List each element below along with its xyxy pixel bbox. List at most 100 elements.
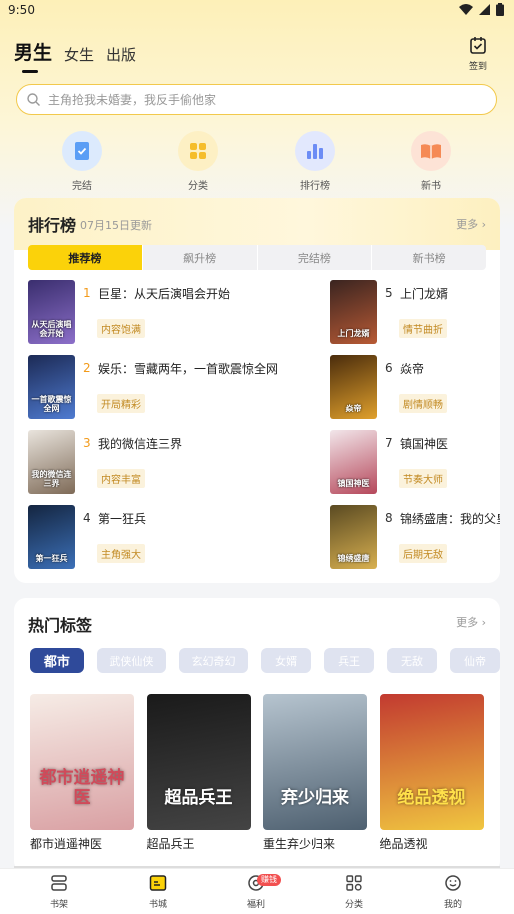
tag-book-item[interactable]: 都市逍遥神医 都市逍遥神医 [30, 694, 134, 852]
book-cover: 从天后演唱会开始 [28, 280, 75, 344]
nav-label: 书城 [148, 900, 167, 910]
book-cover: 弃少归来 [263, 694, 367, 830]
ranking-book-item[interactable]: 镇国神医 7 镇国神医 节奏大师 [330, 430, 490, 496]
nav-label: 书架 [49, 900, 68, 910]
earn-badge: 赚钱 [257, 874, 281, 886]
book-cover-text: 一首歌震惊全网 [31, 395, 72, 413]
tag-chip[interactable]: 武侠仙侠 [96, 648, 166, 673]
book-cover-text: 都市逍遥神医 [39, 768, 125, 808]
tag-chip[interactable]: 仙帝 [450, 648, 500, 673]
more-label: 更多 [456, 616, 479, 629]
ranking-book-item[interactable]: 从天后演唱会开始 1 巨星：从天后演唱会开始 内容饱满 [28, 280, 318, 346]
book-title: 锦绣盛唐：我的父皇 [400, 512, 500, 526]
book-title: 我的微信连三界 [98, 437, 183, 451]
book-tag: 开局精彩 [97, 394, 145, 413]
bar-chart-icon [295, 131, 335, 171]
book-cover-text: 绝品透视 [397, 788, 466, 808]
tag-chip[interactable]: 都市 [30, 648, 84, 673]
header-background [0, 0, 514, 230]
quick-label: 排行榜 [300, 181, 330, 192]
tab-publish[interactable]: 出版 [106, 44, 136, 65]
tag-chip[interactable]: 无敌 [387, 648, 437, 673]
tab-female[interactable]: 女生 [64, 44, 94, 65]
book-tag: 剧情顺畅 [399, 394, 447, 413]
quick-item-ranking[interactable]: 排行榜 [285, 131, 345, 192]
status-bar: 9:50 [0, 0, 514, 22]
book-title: 都市逍遥神医 [30, 837, 103, 851]
rank-number: 4 [83, 511, 91, 525]
ranking-book-item[interactable]: 上门龙婿 5 上门龙婿 情节曲折 [330, 280, 490, 346]
tag-chip[interactable]: 兵王 [324, 648, 375, 673]
tag-chip[interactable]: 女婿 [261, 648, 312, 673]
bottom-nav: 书架 书城 赚钱 福利 分类 我的 [0, 868, 514, 914]
tab-new[interactable]: 新书榜 [372, 245, 486, 270]
book-title: 绝品透视 [379, 837, 428, 851]
rank-number: 6 [385, 361, 393, 375]
profile-icon [445, 875, 461, 891]
ranking-book-item[interactable]: 锦绣盛唐 8 锦绣盛唐：我的父皇 后期无敌 [330, 505, 500, 571]
tab-male[interactable]: 男生 [14, 38, 52, 73]
wifi-icon [459, 4, 473, 15]
battery-icon [496, 3, 504, 16]
tab-rising[interactable]: 飙升榜 [143, 245, 258, 270]
nav-label: 福利 [246, 900, 265, 910]
book-title: 巨星：从天后演唱会开始 [98, 287, 231, 301]
rank-number: 1 [83, 286, 91, 300]
book-cover-text: 上门龙婿 [337, 329, 370, 338]
tag-book-item[interactable]: 弃少归来 重生弃少归来 [263, 694, 367, 852]
book-cover-text: 超品兵王 [164, 788, 233, 808]
tag-chip[interactable]: 玄幻奇幻 [178, 648, 249, 673]
search-bar[interactable]: 主角抢我未婚妻，我反手偷他家 [16, 84, 497, 115]
quick-item-new-books[interactable]: 新书 [401, 131, 461, 192]
checkin-icon [470, 37, 486, 54]
bookstore-icon [149, 875, 167, 891]
book-cover: 我的微信连三界 [28, 430, 75, 494]
book-cover-text: 锦绣盛唐 [337, 554, 370, 563]
book-tag: 内容丰富 [97, 469, 145, 488]
book-cover: 超品兵王 [146, 694, 251, 830]
book-cover: 都市逍遥神医 [30, 694, 134, 830]
ranking-book-item[interactable]: 第一狂兵 4 第一狂兵 主角强大 [28, 505, 318, 571]
quick-item-finished[interactable]: 完结 [52, 131, 112, 192]
tag-book-item[interactable]: 绝品透视 绝品透视 [379, 694, 484, 852]
nav-welfare[interactable]: 赚钱 福利 [226, 874, 286, 910]
tag-book-item[interactable]: 超品兵王 超品兵王 [146, 694, 251, 852]
hot-tags-more-link[interactable]: 更多 › [456, 614, 486, 630]
book-cover-text: 弃少归来 [281, 788, 349, 808]
ranking-book-item[interactable]: 焱帝 6 焱帝 剧情顺畅 [330, 355, 490, 421]
ranking-tabs: 推荐榜 飙升榜 完结榜 新书榜 [28, 245, 486, 270]
signin-button[interactable]: 签到 [466, 36, 490, 72]
book-cover-text: 焱帝 [345, 404, 362, 413]
nav-profile[interactable]: 我的 [423, 874, 483, 910]
tag-chips: 都市 武侠仙侠 玄幻奇幻 女婿 兵王 无敌 仙帝 [30, 648, 500, 673]
tab-recommend[interactable]: 推荐榜 [28, 245, 143, 270]
signal-icon [479, 4, 490, 15]
book-done-icon [62, 131, 102, 171]
rank-number: 5 [385, 286, 393, 300]
book-cover: 焱帝 [330, 355, 377, 419]
rank-number: 7 [385, 436, 393, 450]
ranking-title: 排行榜 [28, 216, 77, 235]
book-cover: 上门龙婿 [330, 280, 377, 344]
book-title: 第一狂兵 [98, 512, 147, 526]
book-cover: 锦绣盛唐 [330, 505, 377, 569]
search-icon [27, 93, 40, 106]
nav-bookstore[interactable]: 书城 [128, 874, 188, 910]
ranking-header: 排行榜 07月15日更新 更多 › [14, 198, 500, 250]
nav-bookshelf[interactable]: 书架 [29, 874, 89, 910]
book-tag: 主角强大 [97, 544, 145, 563]
nav-label: 我的 [443, 900, 462, 910]
bookshelf-icon [51, 875, 67, 891]
nav-label: 分类 [344, 900, 363, 910]
tab-completed[interactable]: 完结榜 [258, 245, 373, 270]
book-title: 镇国神医 [400, 437, 449, 451]
search-placeholder: 主角抢我未婚妻，我反手偷他家 [48, 93, 217, 107]
ranking-book-item[interactable]: 我的微信连三界 3 我的微信连三界 内容丰富 [28, 430, 318, 496]
chevron-right-icon: › [481, 218, 486, 231]
ranking-more-link[interactable]: 更多 › [456, 216, 486, 232]
ranking-book-item[interactable]: 一首歌震惊全网 2 娱乐：雪藏两年，一首歌震惊全网 开局精彩 [28, 355, 318, 421]
nav-category[interactable]: 分类 [324, 874, 384, 910]
rank-number: 8 [385, 511, 393, 525]
quick-item-category[interactable]: 分类 [168, 131, 228, 192]
category-icon [346, 875, 362, 891]
